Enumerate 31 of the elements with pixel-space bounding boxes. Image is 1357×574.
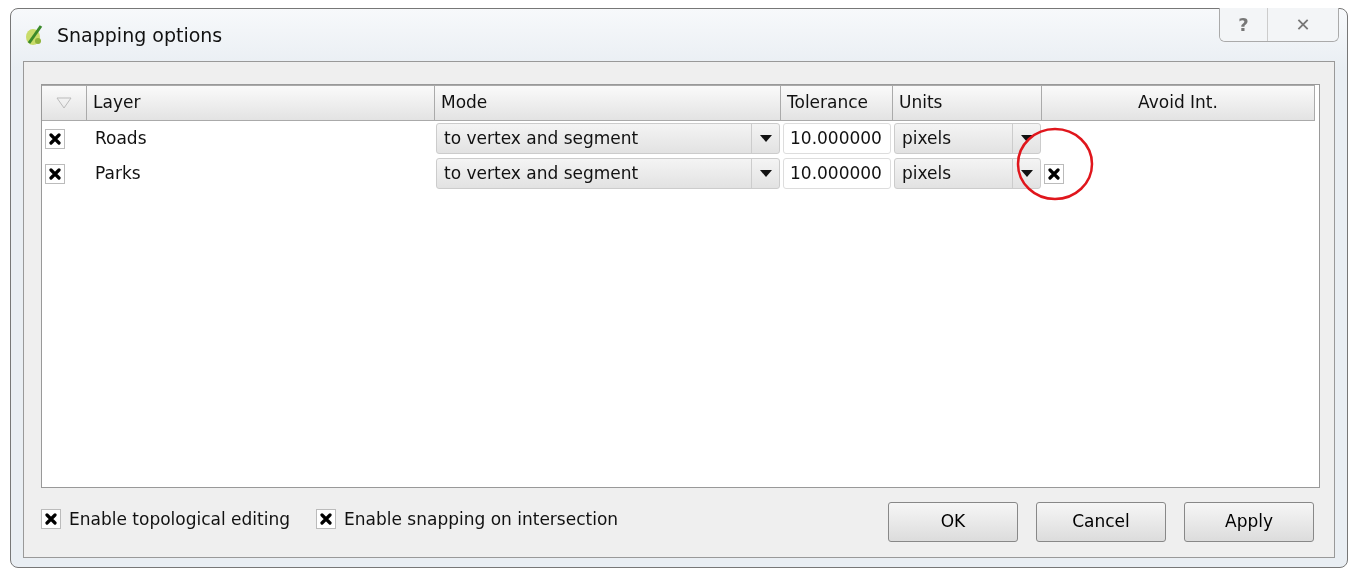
caret-icon [1020,170,1033,177]
units-dropdown[interactable]: pixels [894,158,1041,189]
option-checkbox[interactable] [41,509,61,530]
help-button[interactable]: ? [1220,8,1268,41]
tolerance-field[interactable]: 10.000000 [783,158,891,189]
column-header[interactable]: Avoid Int. [1042,85,1315,121]
units-dropdown[interactable]: pixels [894,123,1041,154]
mode-dropdown[interactable]: to vertex and segment [436,123,780,154]
column-header[interactable]: Mode [435,85,781,121]
column-header[interactable]: Units [893,85,1042,121]
dialog-button[interactable]: Cancel [1036,502,1166,542]
caret-icon [759,170,772,177]
option-checkbox[interactable] [316,509,337,530]
layer-name: Roads [95,127,147,148]
close-button[interactable]: ✕ [1268,8,1338,41]
sort-indicator-icon [56,97,72,109]
caret-icon [1020,135,1033,142]
layer-name: Parks [95,162,141,183]
tolerance-field[interactable]: 10.000000 [783,123,891,154]
caret-icon [759,135,772,142]
option-label: Enable snapping on intersection [344,507,619,531]
layer-checkbox[interactable] [45,128,65,149]
window-title: Snapping options [57,22,223,48]
layer-checkbox[interactable] [45,163,65,184]
dialog-button[interactable]: OK [888,502,1018,542]
option-label: Enable topological editing [69,507,291,531]
dialog-button[interactable]: Apply [1184,502,1314,542]
mode-dropdown[interactable]: to vertex and segment [436,158,780,189]
column-header[interactable]: Layer [87,85,435,121]
column-header[interactable]: Tolerance [781,85,893,121]
avoid-intersection-checkbox[interactable] [1044,163,1064,184]
